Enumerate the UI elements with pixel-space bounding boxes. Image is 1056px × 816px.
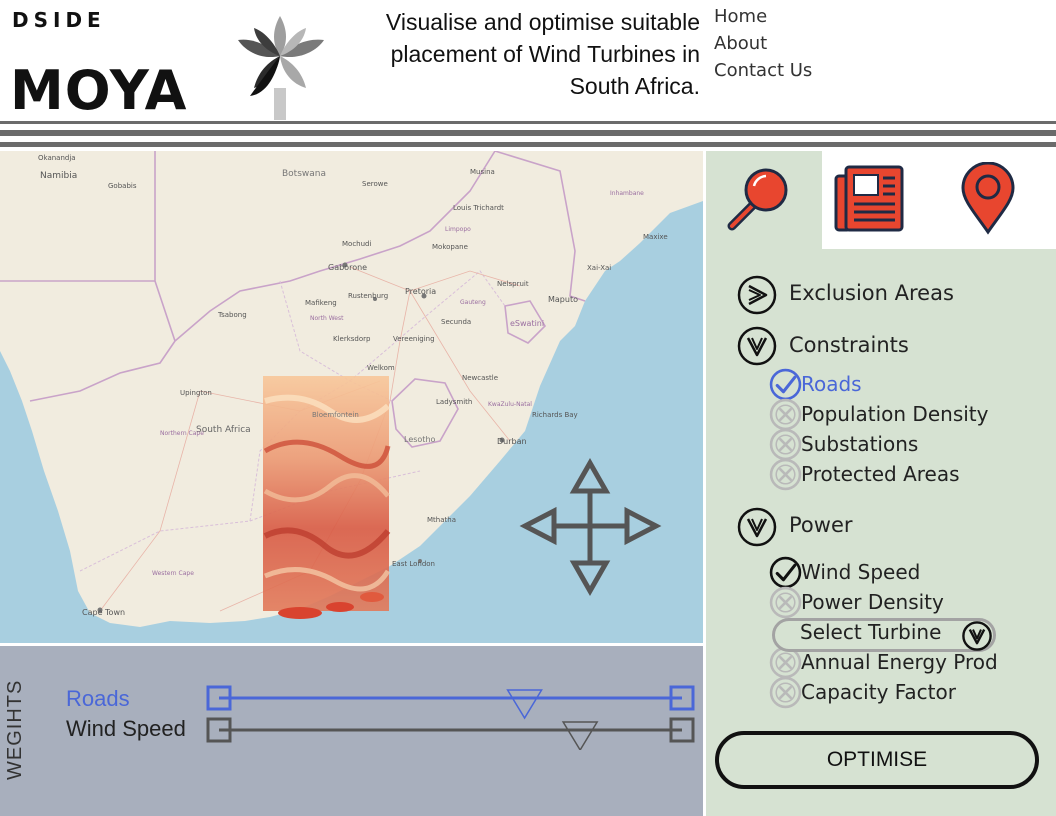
power-item-label[interactable]: Wind Speed xyxy=(801,560,920,584)
wind-speed-weight-slider[interactable] xyxy=(206,717,695,750)
power-item-label[interactable]: Annual Energy Prod xyxy=(801,650,998,674)
chevron-down-icon[interactable] xyxy=(961,620,993,652)
map-label: Okanandja xyxy=(38,154,76,162)
weights-title: WEGIHTS xyxy=(4,679,26,780)
map-label: Rustenburg xyxy=(348,292,388,300)
optimise-button[interactable]: OPTIMISE xyxy=(715,731,1039,789)
header-divider xyxy=(0,130,1056,136)
map-label: Klerksdorp xyxy=(333,335,371,343)
roads-weight-slider[interactable] xyxy=(206,685,695,720)
tagline: Visualise and optimise suitable placemen… xyxy=(340,6,700,102)
map-label: eSwatini xyxy=(510,319,544,328)
map-label: Maputo xyxy=(548,295,578,304)
map-label: Mochudi xyxy=(342,240,371,248)
leaf-logo-icon xyxy=(238,16,324,120)
section-power[interactable]: Power xyxy=(789,513,853,537)
constraint-item-label[interactable]: Substations xyxy=(801,432,918,456)
map-label: Welkom xyxy=(367,364,395,372)
nav-contact-link[interactable]: Contact Us xyxy=(714,57,812,84)
checkbox-checked-icon[interactable] xyxy=(769,368,802,401)
search-icon[interactable] xyxy=(724,164,794,234)
map-label: Inhambane xyxy=(610,190,644,197)
section-exclusion-areas[interactable]: Exclusion Areas xyxy=(789,281,954,305)
tagline-line: South Africa. xyxy=(569,73,700,99)
map-label: Lesotho xyxy=(404,435,436,444)
main-nav: Home About Contact Us xyxy=(714,3,812,84)
map-label: Newcastle xyxy=(462,374,498,382)
map-label: Musina xyxy=(470,168,495,176)
nav-about-link[interactable]: About xyxy=(714,30,812,57)
map-label: Bloemfontein xyxy=(312,411,359,419)
map-label: Western Cape xyxy=(152,570,194,577)
map-label: Serowe xyxy=(362,180,388,188)
map-label: Upington xyxy=(180,389,212,397)
checkbox-unchecked-icon[interactable] xyxy=(769,398,802,431)
checkbox-unchecked-icon[interactable] xyxy=(769,428,802,461)
newspaper-icon[interactable] xyxy=(834,164,906,234)
tagline-line: Visualise and optimise suitable xyxy=(385,9,700,35)
section-constraints[interactable]: Constraints xyxy=(789,333,909,357)
power-item-label[interactable]: Power Density xyxy=(801,590,944,614)
map-label: Xai-Xai xyxy=(587,264,611,272)
map-label: Durban xyxy=(497,437,527,446)
chevron-down-icon[interactable] xyxy=(737,326,777,366)
map-label: Botswana xyxy=(282,169,326,179)
checkbox-unchecked-icon[interactable] xyxy=(769,676,802,709)
tagline-line: placement of Wind Turbines in xyxy=(390,41,700,67)
slider-thumb[interactable] xyxy=(561,721,599,750)
map-label: Gobabis xyxy=(108,182,137,190)
map-label: Namibia xyxy=(40,171,77,181)
map-label: Vereeniging xyxy=(393,335,435,343)
header-divider xyxy=(0,121,1056,124)
chevron-down-icon[interactable] xyxy=(737,507,777,547)
constraint-item-label[interactable]: Roads xyxy=(801,372,862,396)
map-label: Tsabong xyxy=(217,311,247,319)
header-divider xyxy=(0,142,1056,147)
map-label: Limpopo xyxy=(445,226,471,233)
map-label: Louis Trichardt xyxy=(453,204,504,212)
map-label: Mafikeng xyxy=(305,299,337,307)
map-view[interactable]: Namibia Okanandja Gobabis Botswana Serow… xyxy=(0,151,703,643)
map-label: Cape Town xyxy=(82,608,125,617)
map-label: Richards Bay xyxy=(532,411,578,419)
weight-sliders xyxy=(206,685,695,750)
power-item-label[interactable]: Capacity Factor xyxy=(801,680,956,704)
map-label: Mthatha xyxy=(427,516,456,524)
weight-label-roads: Roads xyxy=(66,686,130,711)
brand-logo-text: MOYA xyxy=(10,59,188,122)
map-label: Ladysmith xyxy=(436,398,472,406)
weight-label-wind-speed: Wind Speed xyxy=(66,716,186,741)
map-label: Gaborone xyxy=(328,263,367,272)
chevron-right-icon[interactable] xyxy=(737,275,777,315)
map-label: East London xyxy=(392,560,435,568)
map-label: Northern Cape xyxy=(160,430,204,437)
map-label: Nelspruit xyxy=(497,280,529,288)
map-label: Maxixe xyxy=(643,233,668,241)
map-label: South Africa xyxy=(196,425,251,435)
map-label: North West xyxy=(310,315,344,322)
constraint-item-label[interactable]: Population Density xyxy=(801,402,988,426)
pan-arrows-icon[interactable] xyxy=(519,457,662,597)
slider-thumb[interactable] xyxy=(506,689,543,720)
map-canvas[interactable]: Namibia Okanandja Gobabis Botswana Serow… xyxy=(0,151,703,643)
turbine-select-label: Select Turbine xyxy=(800,620,942,644)
map-label: Secunda xyxy=(441,318,471,326)
location-pin-icon[interactable] xyxy=(960,162,1016,236)
map-label: Mokopane xyxy=(432,243,468,251)
checkbox-unchecked-icon[interactable] xyxy=(769,586,802,619)
checkbox-unchecked-icon[interactable] xyxy=(769,458,802,491)
map-label: KwaZulu-Natal xyxy=(488,401,532,408)
nav-home-link[interactable]: Home xyxy=(714,3,812,30)
checkbox-checked-icon[interactable] xyxy=(769,556,802,589)
constraint-item-label[interactable]: Protected Areas xyxy=(801,462,960,486)
map-label: Pretoria xyxy=(405,287,436,296)
brand-subtitle: DSIDE xyxy=(12,8,106,32)
map-label: Gauteng xyxy=(460,299,486,306)
